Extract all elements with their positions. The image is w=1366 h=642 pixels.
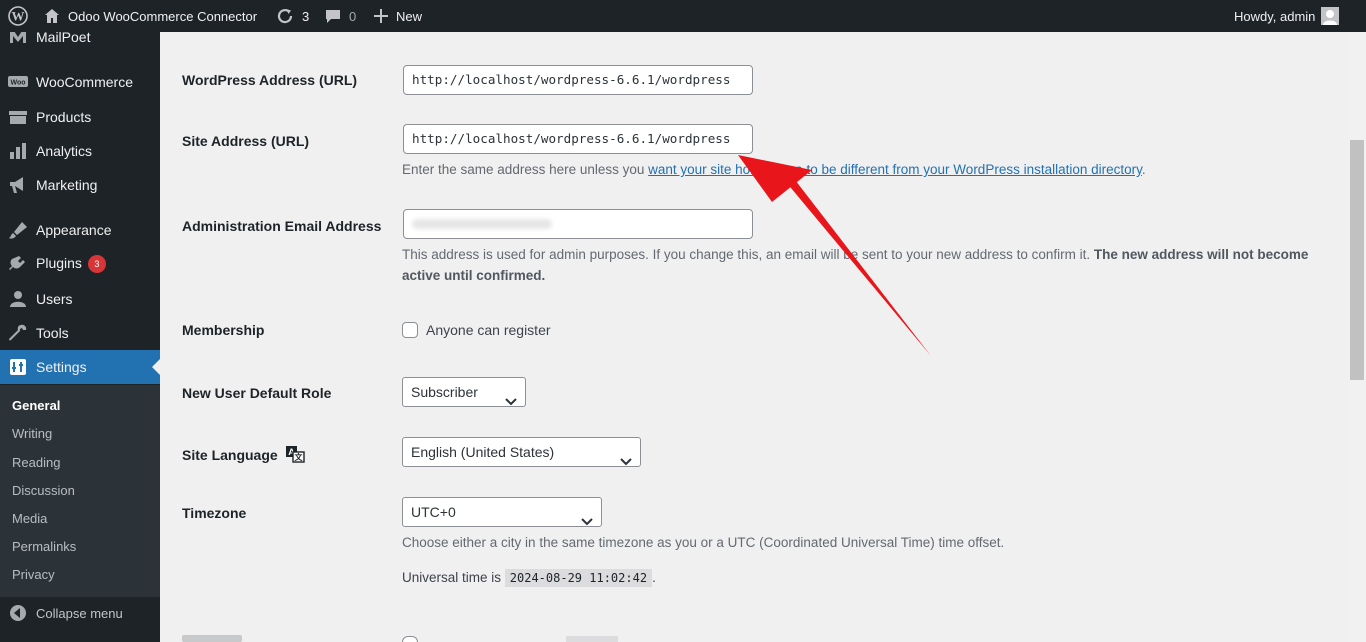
anyone-can-register-label[interactable]: Anyone can register — [426, 322, 551, 338]
svg-text:W: W — [12, 9, 25, 24]
submenu-writing[interactable]: Writing — [12, 426, 52, 441]
submenu-permalinks[interactable]: Permalinks — [12, 539, 76, 554]
site-address-help-link[interactable]: want your site home page to be different… — [648, 162, 1142, 177]
anyone-can-register-checkbox[interactable] — [402, 322, 418, 338]
site-language-value: English (United States) — [411, 444, 555, 460]
submenu-discussion[interactable]: Discussion — [12, 483, 75, 498]
menu-item-woocommerce[interactable]: Woo WooCommerce — [0, 65, 160, 99]
site-address-label: Site Address (URL) — [182, 133, 310, 149]
comments-count: 0 — [349, 8, 357, 24]
menu-item-analytics[interactable]: Analytics — [0, 134, 160, 168]
default-role-label: New User Default Role — [182, 385, 332, 401]
site-home-link[interactable]: Odoo WooCommerce Connector — [44, 0, 257, 32]
site-address-description: Enter the same address here unless you w… — [402, 162, 1146, 177]
appearance-icon — [8, 220, 28, 240]
new-label: New — [396, 8, 423, 24]
membership-label: Membership — [182, 322, 265, 338]
site-address-input[interactable]: http://localhost/wordpress-6.6.1/wordpre… — [403, 124, 753, 154]
menu-label: Products — [36, 109, 92, 125]
submenu-privacy[interactable]: Privacy — [12, 567, 55, 582]
admin-bar: W Odoo WooCommerce Connector 3 0 New How… — [0, 0, 1366, 32]
plugins-icon — [8, 254, 28, 274]
updates-count: 3 — [302, 8, 310, 24]
menu-label: Tools — [36, 325, 69, 341]
tools-icon — [8, 323, 28, 343]
settings-general-form: WordPress Address (URL) http://localhost… — [160, 32, 1348, 642]
menu-label: Settings — [36, 359, 87, 375]
new-content-link[interactable]: New — [374, 0, 422, 32]
menu-item-users[interactable]: Users — [0, 282, 160, 316]
submenu-general[interactable]: General — [12, 398, 60, 413]
admin-email-input[interactable] — [403, 209, 753, 239]
default-role-select[interactable]: Subscriber — [402, 377, 526, 407]
site-language-select[interactable]: English (United States) — [402, 437, 641, 467]
my-account-link[interactable]: Howdy, admin — [1234, 0, 1340, 32]
home-icon — [44, 8, 60, 24]
translation-icon: A文 — [285, 445, 305, 466]
page-scrollbar[interactable] — [1348, 32, 1366, 642]
timezone-description: Choose either a city in the same timezon… — [402, 535, 1005, 550]
collapse-label: Collapse menu — [36, 605, 123, 621]
submenu-reading[interactable]: Reading — [12, 455, 60, 470]
next-row-partial-radio[interactable] — [402, 636, 418, 642]
blurred-email-value — [412, 219, 552, 229]
avatar — [1321, 7, 1340, 25]
menu-label: WooCommerce — [36, 74, 133, 90]
collapse-arrow-icon — [8, 603, 28, 623]
menu-label: Users — [36, 291, 73, 307]
svg-text:Woo: Woo — [10, 80, 25, 87]
settings-submenu: General Writing Reading Discussion Media… — [0, 385, 160, 597]
comments-link[interactable]: 0 — [325, 0, 356, 32]
menu-item-plugins[interactable]: Plugins 3 — [0, 247, 160, 281]
menu-item-appearance[interactable]: Appearance — [0, 213, 160, 247]
scrollbar-thumb[interactable] — [1350, 140, 1364, 380]
site-name: Odoo WooCommerce Connector — [68, 8, 258, 24]
products-icon — [8, 107, 28, 127]
timezone-select[interactable]: UTC+0 — [402, 497, 602, 527]
wp-address-label: WordPress Address (URL) — [182, 72, 358, 88]
universal-time-value: 2024-08-29 11:02:42 — [504, 569, 653, 587]
settings-icon — [8, 357, 28, 377]
menu-item-tools[interactable]: Tools — [0, 316, 160, 350]
chevron-down-icon — [505, 387, 517, 415]
timezone-label: Timezone — [182, 505, 247, 521]
comments-icon — [325, 8, 341, 24]
chevron-down-icon — [581, 507, 593, 535]
menu-item-products[interactable]: Products — [0, 100, 160, 134]
wp-address-input[interactable]: http://localhost/wordpress-6.6.1/wordpre… — [403, 65, 753, 95]
next-row-partial-code — [566, 636, 618, 642]
howdy-text: Howdy, admin — [1234, 8, 1316, 24]
site-language-label: Site Language A文 — [182, 445, 305, 466]
updates-link[interactable]: 3 — [276, 0, 309, 32]
menu-label: Analytics — [36, 143, 93, 159]
menu-label: Plugins — [36, 254, 82, 271]
admin-email-label: Administration Email Address — [182, 218, 382, 234]
default-role-value: Subscriber — [411, 384, 478, 400]
marketing-icon — [8, 175, 28, 195]
menu-item-settings[interactable]: Settings — [0, 350, 160, 384]
next-row-partial-label — [182, 635, 242, 642]
svg-text:文: 文 — [294, 452, 303, 462]
plugins-update-badge: 3 — [87, 255, 106, 274]
menu-item-marketing[interactable]: Marketing — [0, 168, 160, 202]
submenu-media[interactable]: Media — [12, 511, 47, 526]
admin-sidebar: MailPoet Woo WooCommerce Products Analyt… — [0, 0, 160, 642]
plus-icon — [374, 9, 388, 23]
users-icon — [8, 289, 28, 309]
menu-label: Marketing — [36, 177, 98, 193]
wordpress-logo-icon[interactable]: W — [8, 0, 28, 32]
universal-time-text: Universal time is 2024-08-29 11:02:42. — [402, 569, 656, 587]
updates-icon — [276, 8, 294, 24]
timezone-value: UTC+0 — [411, 504, 456, 520]
collapse-menu-button[interactable]: Collapse menu — [0, 596, 160, 630]
menu-label: Appearance — [36, 222, 112, 238]
chevron-down-icon — [620, 447, 632, 475]
analytics-icon — [8, 141, 28, 161]
woocommerce-icon: Woo — [8, 72, 28, 92]
admin-email-description: This address is used for admin purposes.… — [402, 247, 1309, 283]
